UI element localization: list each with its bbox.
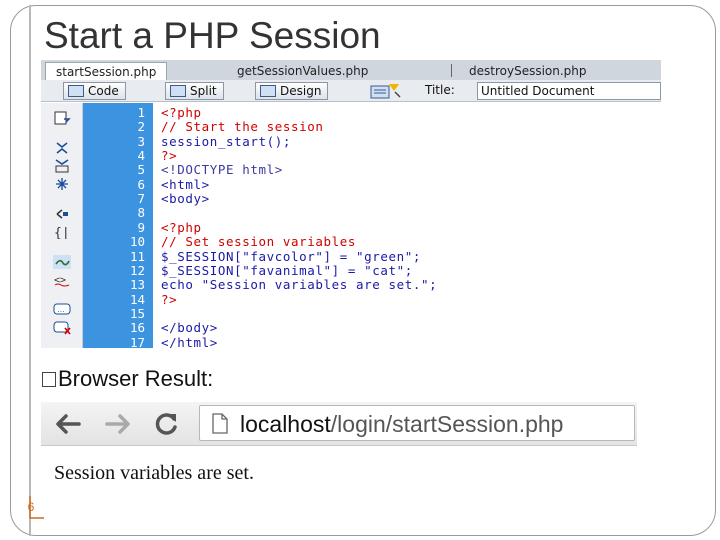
- line-number: 16: [129, 320, 145, 336]
- code-line: ?>: [161, 291, 178, 307]
- design-view-label: Design: [280, 84, 322, 98]
- line-number: 12: [129, 262, 145, 278]
- reload-icon[interactable]: [151, 410, 181, 438]
- design-view-button[interactable]: Design: [255, 82, 329, 100]
- line-number: 10: [129, 234, 145, 250]
- line-number: 7: [137, 191, 145, 207]
- code-line: <body>: [161, 191, 210, 207]
- live-view-icon[interactable]: [369, 82, 403, 100]
- document-title-label: Title:: [425, 83, 455, 97]
- code-view-icon: [68, 85, 84, 97]
- line-number: 6: [137, 176, 145, 192]
- line-number: 9: [137, 219, 145, 235]
- open-documents-icon[interactable]: [53, 111, 71, 125]
- tab-destroy-session[interactable]: destroySession.php: [459, 62, 597, 80]
- tab-separator: [451, 64, 452, 77]
- code-line: session_start();: [161, 133, 292, 149]
- line-number-gutter: 1 2 3 4 5 6 7 8 9 10 11 12 13 14 15 16 17: [83, 103, 153, 348]
- code-line: // Set session variables: [161, 234, 357, 250]
- code-line: <?php: [161, 219, 202, 235]
- code-line: </html>: [161, 334, 218, 348]
- code-area[interactable]: <?php// Start the session session_start()…: [153, 103, 661, 348]
- slide-number-badge: 6: [14, 494, 48, 524]
- line-number: 13: [129, 277, 145, 293]
- code-view-button[interactable]: Code: [63, 82, 126, 100]
- slide-number: 6: [27, 500, 35, 514]
- browser-result-heading: Browser Result:: [42, 366, 213, 392]
- line-number: 17: [129, 334, 145, 348]
- split-view-label: Split: [190, 84, 217, 98]
- code-line: </body>: [161, 320, 218, 336]
- page-icon: [212, 413, 228, 434]
- code-view-label: Code: [88, 84, 119, 98]
- line-number: 14: [129, 291, 145, 307]
- arrow-right-icon[interactable]: [103, 410, 133, 438]
- code-line: $_SESSION["favanimal"] = "cat";: [161, 262, 413, 278]
- bullet-box-icon: [42, 372, 56, 387]
- collapse-tag-icon[interactable]: [53, 141, 71, 155]
- code-line: echo "Session variables are set.";: [161, 277, 438, 293]
- browser-result-label: Browser Result:: [58, 366, 214, 391]
- slide-left-rule: [29, 5, 31, 536]
- code-line: ?>: [161, 148, 178, 164]
- address-url: localhost/login/startSession.php: [240, 411, 563, 438]
- svg-text:…: …: [57, 305, 65, 314]
- line-number: 11: [129, 248, 145, 264]
- line-number: 1: [137, 105, 145, 120]
- coding-toolbar: {|} <> …: [41, 103, 83, 348]
- line-number: 15: [129, 305, 145, 321]
- highlight-invalid-code-icon[interactable]: <>: [53, 273, 71, 287]
- collapse-selection-icon[interactable]: [53, 159, 71, 173]
- address-bar[interactable]: localhost/login/startSession.php: [199, 405, 635, 441]
- line-number: 5: [137, 162, 145, 178]
- line-number: 2: [137, 119, 145, 135]
- tab-start-session[interactable]: startSession.php: [45, 62, 168, 80]
- line-number: 4: [137, 148, 145, 164]
- split-view-icon: [170, 85, 186, 97]
- editor-toolbar: Code Split Design Title: Untitled Docume…: [41, 80, 661, 102]
- document-tab-bar: startSession.php getSessionValues.php de…: [41, 60, 661, 80]
- code-line: <!DOCTYPE html>: [161, 162, 283, 178]
- select-parent-tag-icon[interactable]: [53, 207, 71, 221]
- slide-title: Start a PHP Session: [44, 15, 381, 56]
- document-title-input[interactable]: Untitled Document: [477, 82, 661, 100]
- code-line: // Start the session: [161, 119, 324, 135]
- code-line: <html>: [161, 176, 210, 192]
- line-number: 8: [137, 205, 145, 221]
- url-host: localhost: [240, 411, 331, 437]
- browser-toolbar: localhost/login/startSession.php: [41, 402, 637, 446]
- line-numbers-icon[interactable]: [53, 255, 71, 269]
- svg-text:{|}: {|}: [54, 226, 71, 239]
- remove-comment-icon[interactable]: [53, 321, 71, 335]
- browser-result-text: Session variables are set.: [54, 462, 254, 484]
- split-view-button[interactable]: Split: [165, 82, 224, 100]
- expand-all-icon[interactable]: [53, 177, 71, 191]
- apply-comment-icon[interactable]: …: [53, 303, 71, 317]
- url-path: /login/startSession.php: [330, 411, 564, 437]
- line-number: 3: [137, 133, 145, 149]
- arrow-left-icon[interactable]: [53, 410, 83, 438]
- code-line: $_SESSION["favcolor"] = "green";: [161, 248, 422, 264]
- balance-braces-icon[interactable]: {|}: [53, 225, 71, 239]
- code-editor-screenshot: startSession.php getSessionValues.php de…: [41, 60, 661, 348]
- tab-get-session-values[interactable]: getSessionValues.php: [227, 62, 378, 80]
- design-view-icon: [260, 85, 276, 97]
- code-line: <?php: [161, 105, 202, 120]
